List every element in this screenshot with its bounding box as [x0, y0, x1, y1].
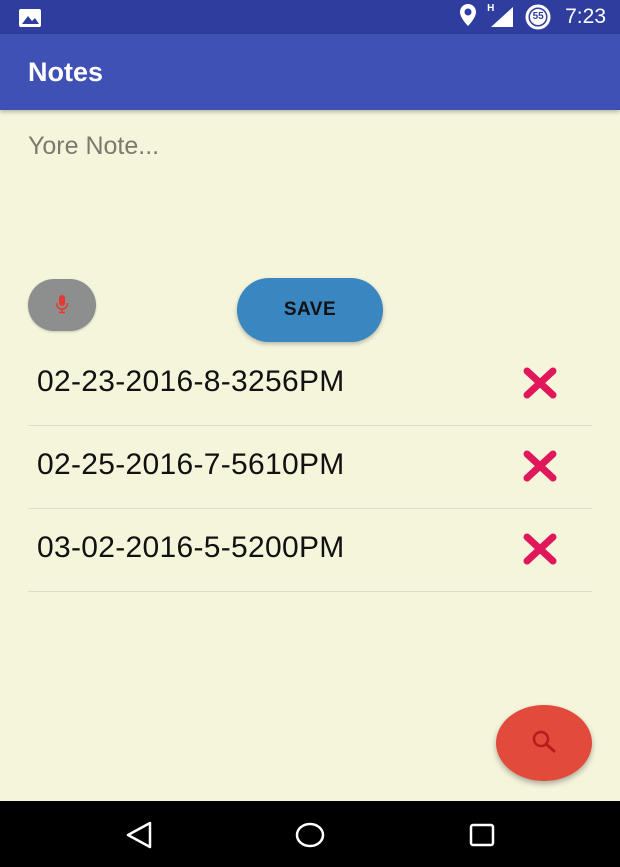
app-bar: Notes — [0, 34, 620, 110]
notes-list: 02-23-2016-8-3256PM 02-25-2016-7-5610PM … — [28, 343, 592, 592]
note-label[interactable]: 02-23-2016-8-3256PM — [37, 365, 345, 399]
status-bar: H 55 7:23 — [0, 0, 620, 34]
mic-button[interactable] — [28, 279, 96, 331]
microphone-icon — [55, 294, 69, 317]
list-item[interactable]: 03-02-2016-5-5200PM — [28, 509, 592, 592]
list-item[interactable]: 02-23-2016-8-3256PM — [28, 343, 592, 426]
location-icon — [459, 3, 477, 32]
data-saver-icon: 55 — [525, 4, 551, 30]
search-fab-button[interactable] — [496, 705, 592, 781]
navigation-bar — [0, 801, 620, 867]
note-label[interactable]: 03-02-2016-5-5200PM — [37, 531, 345, 565]
recents-icon[interactable] — [465, 819, 499, 851]
save-button[interactable]: SAVE — [237, 278, 383, 342]
status-time: 7:23 — [565, 5, 606, 28]
delete-icon[interactable] — [522, 533, 558, 565]
list-item[interactable]: 02-25-2016-7-5610PM — [28, 426, 592, 509]
delete-icon[interactable] — [522, 450, 558, 482]
search-icon — [529, 729, 559, 758]
back-icon[interactable] — [122, 819, 156, 851]
notification-count: 55 — [532, 11, 544, 22]
note-input[interactable] — [26, 126, 590, 258]
app-title: Notes — [28, 57, 104, 87]
delete-icon[interactable] — [522, 367, 558, 399]
signal-icon: H — [487, 3, 515, 29]
home-icon[interactable] — [293, 819, 327, 851]
image-notification-icon — [18, 8, 42, 33]
note-label[interactable]: 02-25-2016-7-5610PM — [37, 448, 345, 482]
